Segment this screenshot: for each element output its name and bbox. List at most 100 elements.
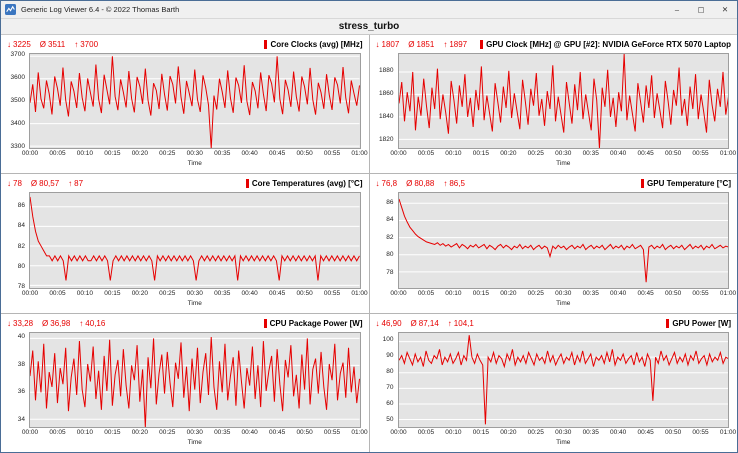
chart-title-wrap: Core Clocks (avg) [MHz] [264, 40, 362, 49]
x-axis-title: Time [399, 301, 729, 310]
data-series-line [30, 337, 360, 427]
data-series-line [399, 335, 729, 424]
y-tick-label: 86 [18, 203, 25, 210]
x-axis-labels: 00:0000:0500:1000:1500:2000:2500:3000:35… [399, 430, 729, 438]
x-tick-label: 00:10 [445, 430, 461, 437]
x-tick-label: 00:00 [22, 430, 38, 437]
chart-stats: ↓76,8 Ø80,88 ↑86,5 [376, 179, 465, 188]
x-tick-label: 00:10 [445, 151, 461, 158]
y-tick-label: 3600 [11, 75, 25, 82]
x-tick-label: 00:20 [132, 291, 148, 298]
chart-panel-core-clocks: ↓3225 Ø3511 ↑3700 Core Clocks (avg) [MHz… [1, 35, 369, 173]
x-tick-label: 01:00 [351, 151, 367, 158]
x-tick-label: 00:20 [500, 430, 516, 437]
stat-max: 104,1 [454, 319, 474, 328]
y-tick-label: 78 [386, 270, 393, 277]
chart-canvas [399, 54, 729, 148]
stat-min: 46,90 [382, 319, 402, 328]
chart-canvas [30, 333, 360, 427]
legend-bar-icon [264, 319, 267, 328]
x-tick-label: 01:00 [351, 291, 367, 298]
x-tick-label: 00:10 [77, 151, 93, 158]
app-icon [5, 4, 16, 15]
stat-max: 40,16 [85, 319, 105, 328]
x-tick-label: 00:00 [390, 430, 406, 437]
x-tick-label: 00:40 [242, 430, 258, 437]
x-tick-label: 00:35 [214, 151, 230, 158]
x-tick-label: 00:45 [269, 430, 285, 437]
chart-body: 7880828486 [3, 192, 361, 288]
chart-body: 34363840 [3, 332, 361, 428]
x-tick-label: 00:25 [159, 151, 175, 158]
chart-grid: ↓3225 Ø3511 ↑3700 Core Clocks (avg) [MHz… [1, 35, 737, 452]
x-tick-label: 00:40 [610, 151, 626, 158]
plot-area[interactable] [398, 53, 730, 149]
x-tick-label: 00:55 [324, 430, 340, 437]
legend-bar-icon [666, 319, 669, 328]
avg-symbol-icon: Ø [42, 319, 48, 328]
stat-avg: 87,14 [419, 319, 439, 328]
x-tick-label: 00:10 [77, 291, 93, 298]
min-arrow-icon: ↓ [376, 319, 380, 328]
chart-canvas [399, 193, 729, 287]
stat-avg: 80,57 [39, 179, 59, 188]
y-tick-label: 50 [386, 417, 393, 424]
avg-symbol-icon: Ø [408, 40, 414, 49]
y-tick-label: 34 [18, 416, 25, 423]
x-tick-label: 00:50 [665, 151, 681, 158]
y-tick-label: 80 [386, 369, 393, 376]
x-tick-label: 00:20 [500, 291, 516, 298]
y-tick-label: 90 [386, 353, 393, 360]
plot-area[interactable] [29, 53, 361, 149]
stat-max: 3700 [80, 40, 98, 49]
chart-stats: ↓1807 Ø1851 ↑1897 [376, 40, 468, 49]
minimize-button[interactable]: – [665, 1, 689, 18]
x-tick-label: 00:25 [159, 291, 175, 298]
y-tick-label: 82 [386, 235, 393, 242]
plot-area[interactable] [398, 192, 730, 288]
plot-area[interactable] [29, 332, 361, 428]
x-tick-label: 00:15 [104, 151, 120, 158]
y-tick-label: 3300 [11, 144, 25, 151]
y-axis-labels: 7880828486 [3, 192, 29, 288]
close-button[interactable]: ✕ [713, 1, 737, 18]
x-tick-label: 00:20 [132, 430, 148, 437]
x-tick-label: 00:35 [214, 430, 230, 437]
avg-symbol-icon: Ø [411, 319, 417, 328]
x-tick-label: 00:45 [637, 430, 653, 437]
chart-title-wrap: CPU Package Power [W] [264, 319, 363, 328]
x-tick-label: 00:30 [187, 291, 203, 298]
x-tick-label: 00:45 [637, 151, 653, 158]
chart-stats: ↓3225 Ø3511 ↑3700 [7, 40, 98, 49]
min-arrow-icon: ↓ [7, 179, 11, 188]
max-arrow-icon: ↑ [74, 40, 78, 49]
y-axis-labels: 7880828486 [372, 192, 398, 288]
max-arrow-icon: ↑ [443, 40, 447, 49]
x-tick-label: 00:55 [324, 151, 340, 158]
plot-area[interactable] [398, 332, 730, 428]
x-tick-label: 00:05 [418, 291, 434, 298]
x-tick-label: 00:40 [242, 151, 258, 158]
x-tick-label: 00:25 [528, 430, 544, 437]
plot-area[interactable] [29, 192, 361, 288]
x-tick-label: 00:20 [500, 151, 516, 158]
chart-canvas [30, 54, 360, 148]
x-tick-label: 00:55 [692, 430, 708, 437]
x-tick-label: 00:50 [296, 430, 312, 437]
legend-bar-icon [246, 179, 249, 188]
chart-panel-gpu-clock: ↓1807 Ø1851 ↑1897 GPU Clock [MHz] @ GPU … [370, 35, 738, 173]
chart-body: 7880828486 [372, 192, 730, 288]
document-title: stress_turbo [339, 21, 400, 32]
x-tick-label: 00:45 [269, 291, 285, 298]
x-axis-labels: 00:0000:0500:1000:1500:2000:2500:3000:35… [399, 151, 729, 159]
stat-min: 76,8 [382, 179, 398, 188]
y-axis-labels: 34363840 [3, 332, 29, 428]
panel-header: ↓46,90 Ø87,14 ↑104,1 GPU Power [W] [370, 314, 738, 330]
chart-panel-core-temps: ↓78 Ø80,57 ↑87 Core Temperatures (avg) [… [1, 174, 369, 312]
maximize-button[interactable]: ▢ [689, 1, 713, 18]
chart-title: GPU Power [W] [672, 319, 731, 328]
y-tick-label: 36 [18, 389, 25, 396]
max-arrow-icon: ↑ [79, 319, 83, 328]
min-arrow-icon: ↓ [7, 319, 11, 328]
x-tick-label: 00:30 [555, 430, 571, 437]
